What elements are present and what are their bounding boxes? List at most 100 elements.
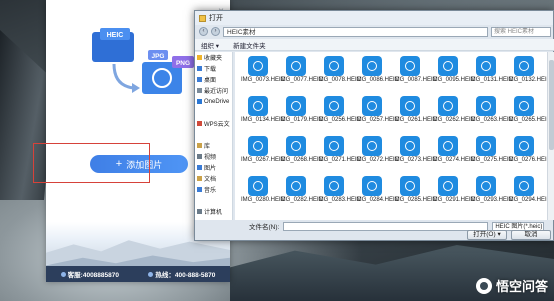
file-name: IMG_0275.HEIC bbox=[469, 157, 514, 163]
sidebar-item[interactable]: 库 bbox=[195, 140, 232, 151]
file-item[interactable]: IMG_0132.HEIC bbox=[507, 56, 547, 90]
back-icon[interactable]: ‹ bbox=[199, 27, 208, 36]
file-item[interactable]: IMG_0282.HEIC bbox=[279, 176, 323, 210]
cloud-icon bbox=[197, 99, 202, 104]
sidebar-item bbox=[195, 129, 232, 140]
file-item[interactable]: IMG_0284.HEIC bbox=[355, 176, 399, 210]
sidebar-item[interactable]: 桌面 bbox=[195, 74, 232, 85]
file-item[interactable]: IMG_0276.HEIC bbox=[507, 136, 547, 170]
sidebar-item[interactable]: 图片 bbox=[195, 162, 232, 173]
blank bbox=[197, 198, 202, 203]
file-item[interactable]: IMG_0077.HEIC bbox=[279, 56, 324, 90]
qq-icon bbox=[60, 271, 66, 277]
sidebar-item[interactable]: 计算机 bbox=[195, 206, 232, 217]
file-item[interactable]: IMG_0095.HEIC bbox=[431, 56, 476, 90]
sidebar-item[interactable]: 音乐 bbox=[195, 184, 232, 195]
dialog-buttons: 打开(O) ▾ 取消 bbox=[195, 230, 554, 241]
open-button[interactable]: 打开(O) ▾ bbox=[467, 230, 507, 240]
sidebar-item[interactable]: 最近访问 bbox=[195, 85, 232, 96]
file-item[interactable]: IMG_0131.HEIC bbox=[469, 56, 513, 90]
sidebar-item[interactable]: 文档 bbox=[195, 173, 232, 184]
address-field[interactable]: HEIC素材 bbox=[223, 26, 488, 37]
document-icon bbox=[197, 176, 202, 181]
heic-file-icon bbox=[514, 176, 534, 196]
file-item[interactable]: IMG_0268.HEIC bbox=[279, 136, 323, 170]
file-item[interactable]: IMG_0262.HEIC bbox=[431, 96, 475, 130]
sidebar-item[interactable]: WPS云文 bbox=[195, 118, 232, 129]
file-item[interactable]: IMG_0275.HEIC bbox=[469, 136, 514, 170]
contact-footer: 客服:4008885870 热线：400-888-5870 bbox=[46, 266, 230, 282]
file-item[interactable]: IMG_0293.HEIC bbox=[469, 176, 514, 210]
address-bar: ‹ › HEIC素材 搜索 HEIC素材 bbox=[195, 25, 554, 38]
arrow-icon bbox=[112, 63, 135, 90]
sidebar-item-label: 音乐 bbox=[204, 188, 217, 194]
sidebar-item-label: WPS云文 bbox=[204, 122, 230, 128]
file-name: IMG_0276.HEIC bbox=[507, 157, 547, 163]
heic-file-icon bbox=[248, 56, 268, 76]
file-item[interactable]: IMG_0078.HEIC bbox=[317, 56, 362, 90]
file-name: IMG_0256.HEIC bbox=[317, 117, 362, 123]
sidebar-item bbox=[195, 107, 232, 118]
sidebar-item bbox=[195, 195, 232, 206]
file-item[interactable]: IMG_0283.HEIC bbox=[317, 176, 361, 210]
file-item[interactable]: IMG_0256.HEIC bbox=[317, 96, 362, 130]
heic-file-icon bbox=[248, 96, 268, 116]
organize-button[interactable]: 组织 ▾ bbox=[201, 40, 219, 50]
file-item[interactable]: IMG_0291.HEIC bbox=[431, 176, 475, 210]
file-item[interactable]: IMG_0179.HEIC bbox=[279, 96, 323, 130]
heic-badge: HEIC bbox=[107, 32, 124, 39]
scrollbar[interactable] bbox=[547, 52, 554, 220]
file-item[interactable]: IMG_0272.HEIC bbox=[355, 136, 399, 170]
file-name: IMG_0073.HEIC bbox=[241, 77, 286, 83]
dialog-toolbar: 组织 ▾ 新建文件夹 bbox=[195, 39, 554, 51]
video-icon bbox=[197, 154, 202, 159]
file-item[interactable]: IMG_0073.HEIC bbox=[241, 56, 286, 90]
heic-file-icon bbox=[286, 96, 306, 116]
file-item[interactable]: IMG_0271.HEIC bbox=[317, 136, 361, 170]
open-file-dialog: 打开 ‹ › HEIC素材 搜索 HEIC素材 组织 ▾ 新建文件夹 收藏夹 下载… bbox=[194, 10, 554, 241]
sidebar-item[interactable]: OneDrive bbox=[195, 96, 232, 107]
scrollbar-thumb[interactable] bbox=[549, 60, 554, 150]
music-icon bbox=[197, 187, 202, 192]
file-name: IMG_0265.HEIC bbox=[507, 117, 547, 123]
heic-file-icon bbox=[362, 56, 382, 76]
file-item[interactable]: IMG_0257.HEIC bbox=[355, 96, 400, 130]
file-name: IMG_0078.HEIC bbox=[317, 77, 362, 83]
new-folder-button[interactable]: 新建文件夹 bbox=[233, 40, 266, 50]
file-item[interactable]: IMG_0134.HEIC bbox=[241, 96, 285, 130]
file-item[interactable]: IMG_0285.HEIC bbox=[393, 176, 437, 210]
file-item[interactable]: IMG_0274.HEIC bbox=[431, 136, 475, 170]
svg-text:JPG: JPG bbox=[151, 53, 164, 60]
forward-icon[interactable]: › bbox=[211, 27, 220, 36]
file-item[interactable]: IMG_0280.HEIC bbox=[241, 176, 286, 210]
heic-file-icon bbox=[324, 136, 344, 156]
file-name: IMG_0077.HEIC bbox=[279, 77, 324, 83]
red-highlight-box bbox=[33, 143, 150, 183]
file-item[interactable]: IMG_0263.HEIC bbox=[469, 96, 513, 130]
file-item[interactable]: IMG_0273.HEIC bbox=[393, 136, 438, 170]
cancel-button[interactable]: 取消 bbox=[511, 230, 551, 240]
file-item[interactable]: IMG_0087.HEIC bbox=[393, 56, 437, 90]
sidebar-item[interactable]: 收藏夹 bbox=[195, 52, 232, 63]
file-item[interactable]: IMG_0265.HEIC bbox=[507, 96, 547, 130]
file-item[interactable]: IMG_0294.HEIC bbox=[507, 176, 547, 210]
search-input[interactable]: 搜索 HEIC素材 bbox=[491, 26, 551, 37]
computer-icon bbox=[197, 209, 202, 214]
file-name: IMG_0273.HEIC bbox=[393, 157, 438, 163]
sidebar-item[interactable]: 下载 bbox=[195, 63, 232, 74]
dialog-titlebar: 打开 bbox=[195, 11, 553, 25]
heic-file-icon bbox=[400, 56, 420, 76]
heic-file-icon bbox=[362, 96, 382, 116]
watermark: 悟空问答 bbox=[475, 276, 548, 295]
file-item[interactable]: IMG_0261.HEIC bbox=[393, 96, 437, 130]
heic-file-icon bbox=[514, 96, 534, 116]
file-item[interactable]: IMG_0267.HEIC bbox=[241, 136, 285, 170]
file-name: IMG_0095.HEIC bbox=[431, 77, 476, 83]
file-name: IMG_0257.HEIC bbox=[355, 117, 400, 123]
file-item[interactable]: IMG_0086.HEIC bbox=[355, 56, 399, 90]
heic-file-icon bbox=[248, 176, 268, 196]
file-name: IMG_0293.HEIC bbox=[469, 197, 514, 203]
sidebar-item[interactable]: 视频 bbox=[195, 151, 232, 162]
sidebar-item-label: 图片 bbox=[204, 166, 217, 172]
file-name: IMG_0280.HEIC bbox=[241, 197, 286, 203]
